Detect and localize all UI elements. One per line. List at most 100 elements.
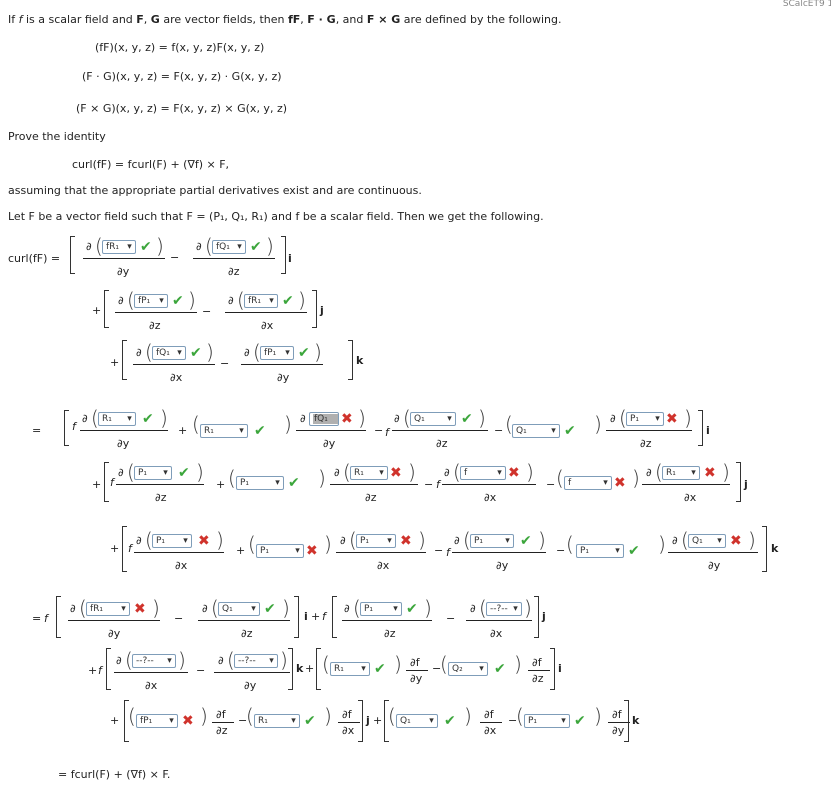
fraction-bar xyxy=(668,552,758,553)
partial-symbol: ∂ xyxy=(470,602,476,615)
select-u3[interactable]: R₁ ▾ xyxy=(350,466,388,480)
check-icon: ✔ xyxy=(264,601,276,617)
denominator: ∂y xyxy=(410,672,423,685)
paren: ) xyxy=(358,406,366,430)
chevron-down-icon: ▾ xyxy=(183,536,188,546)
check-icon: ✔ xyxy=(494,661,506,677)
fraction-bar xyxy=(115,312,197,313)
unit-i: i xyxy=(304,610,308,623)
partial-symbol: ∂ xyxy=(136,534,142,547)
unit-i: i xyxy=(288,252,292,265)
check-icon: ✔ xyxy=(374,661,386,677)
check-icon: ✔ xyxy=(304,713,316,729)
select-u4[interactable]: f ▾ xyxy=(460,466,506,480)
select-t6[interactable]: P₁ ▾ xyxy=(626,412,664,426)
denominator: ∂x xyxy=(145,679,158,692)
paren: ( xyxy=(388,704,396,728)
select-t5[interactable]: Q₁ ▾ xyxy=(512,424,560,438)
select-y1[interactable]: fP₁ ▾ xyxy=(136,714,178,728)
fraction-bar xyxy=(452,552,546,553)
denominator: ∂z xyxy=(436,437,448,450)
denominator: ∂x xyxy=(484,724,497,737)
chevron-down-icon: ▾ xyxy=(551,426,556,436)
select-v4[interactable]: P₁ ▾ xyxy=(470,534,514,548)
bracket-left xyxy=(64,410,69,446)
select-x1[interactable]: --?-- ▾ xyxy=(132,654,176,668)
bracket-left xyxy=(106,648,111,690)
minus-sign: − xyxy=(220,357,230,370)
bracket-right xyxy=(294,596,299,638)
f-symbol: f xyxy=(322,610,326,623)
select-t4[interactable]: Q₁ ▾ xyxy=(410,412,456,426)
select-w2[interactable]: Q₁ ▾ xyxy=(218,602,260,616)
select-6[interactable]: fP₁ ▾ xyxy=(260,346,294,360)
paren: ) xyxy=(658,532,666,556)
curl-lhs: curl(fF) = xyxy=(8,252,61,265)
partial-symbol: ∂ xyxy=(202,602,208,615)
check-icon: ✔ xyxy=(444,713,456,729)
definition-dot: (F · G)(x, y, z) = F(x, y, z) · G(x, y, … xyxy=(82,70,282,83)
check-icon: ✔ xyxy=(288,475,300,491)
select-t1[interactable]: R₁ ▾ xyxy=(98,412,136,426)
minus-sign: − xyxy=(424,478,434,491)
denominator: ∂y xyxy=(277,371,290,384)
paren: ) xyxy=(594,704,602,728)
select-3[interactable]: fP₁ ▾ xyxy=(134,294,168,308)
select-u6[interactable]: R₁ ▾ xyxy=(662,466,700,480)
select-1[interactable]: fR₁ ▾ xyxy=(102,240,136,254)
check-icon: ✔ xyxy=(282,293,294,309)
equals-sign: = xyxy=(32,612,42,625)
select-t2[interactable]: R₁ ▾ xyxy=(200,424,248,438)
fraction-bar xyxy=(214,672,290,673)
chevron-down-icon: ▾ xyxy=(237,242,242,252)
chevron-down-icon: ▾ xyxy=(167,656,172,666)
select-u1[interactable]: P₁ ▾ xyxy=(134,466,172,480)
denominator: ∂z xyxy=(532,672,544,685)
partial-symbol: ∂ xyxy=(118,466,124,479)
select-x3[interactable]: R₁ ▾ xyxy=(330,662,370,676)
denominator: ∂x xyxy=(484,491,497,504)
plus-sign: + xyxy=(305,662,315,675)
bracket-right xyxy=(288,648,293,690)
select-v1[interactable]: P₁ ▾ xyxy=(152,534,192,548)
chevron-down-icon: ▾ xyxy=(655,414,660,424)
denominator: ∂z xyxy=(228,265,240,278)
select-w4[interactable]: --?-- ▾ xyxy=(486,602,522,616)
select-x2[interactable]: --?-- ▾ xyxy=(234,654,278,668)
select-4[interactable]: fR₁ ▾ xyxy=(244,294,278,308)
partial-symbol: ∂ xyxy=(300,412,306,425)
minus-sign: − xyxy=(174,612,184,625)
select-y2[interactable]: R₁ ▾ xyxy=(254,714,300,728)
select-y4[interactable]: P₁ ▾ xyxy=(524,714,570,728)
f-symbol: f xyxy=(385,426,389,439)
cross-icon: ✖ xyxy=(341,411,353,427)
unit-k: k xyxy=(771,542,779,555)
denominator: ∂y xyxy=(496,559,509,572)
select-5[interactable]: fQ₁ ▾ xyxy=(152,346,186,360)
unit-k: k xyxy=(632,714,640,727)
select-v6[interactable]: Q₁ ▾ xyxy=(688,534,726,548)
cross-icon: ✖ xyxy=(614,475,626,491)
minus-sign: − xyxy=(556,544,566,557)
select-v3[interactable]: P₁ ▾ xyxy=(356,534,396,548)
select-y3[interactable]: Q₁ ▾ xyxy=(396,714,438,728)
select-t3[interactable]: fQ₁ xyxy=(309,412,339,426)
fraction-bar xyxy=(338,722,360,723)
select-w1[interactable]: fR₁ ▾ xyxy=(86,602,130,616)
paren: ) xyxy=(418,528,426,552)
cross-icon: ✖ xyxy=(182,713,194,729)
df-numerator: ∂f xyxy=(410,656,420,669)
select-v2[interactable]: P₁ ▾ xyxy=(256,544,304,558)
df-numerator: ∂f xyxy=(532,656,542,669)
select-x4[interactable]: Q₂ ▾ xyxy=(448,662,488,676)
select-v5[interactable]: P₁ ▾ xyxy=(576,544,624,558)
select-u5[interactable]: f ▾ xyxy=(564,476,612,490)
plus-sign: + xyxy=(92,478,102,491)
denominator: ∂z xyxy=(384,627,396,640)
select-2[interactable]: fQ₁ ▾ xyxy=(212,240,246,254)
partial-symbol: ∂ xyxy=(228,294,234,307)
select-u2[interactable]: P₁ ▾ xyxy=(236,476,284,490)
paren: ) xyxy=(524,596,532,620)
chevron-down-icon: ▾ xyxy=(561,716,566,726)
select-w3[interactable]: P₁ ▾ xyxy=(360,602,402,616)
